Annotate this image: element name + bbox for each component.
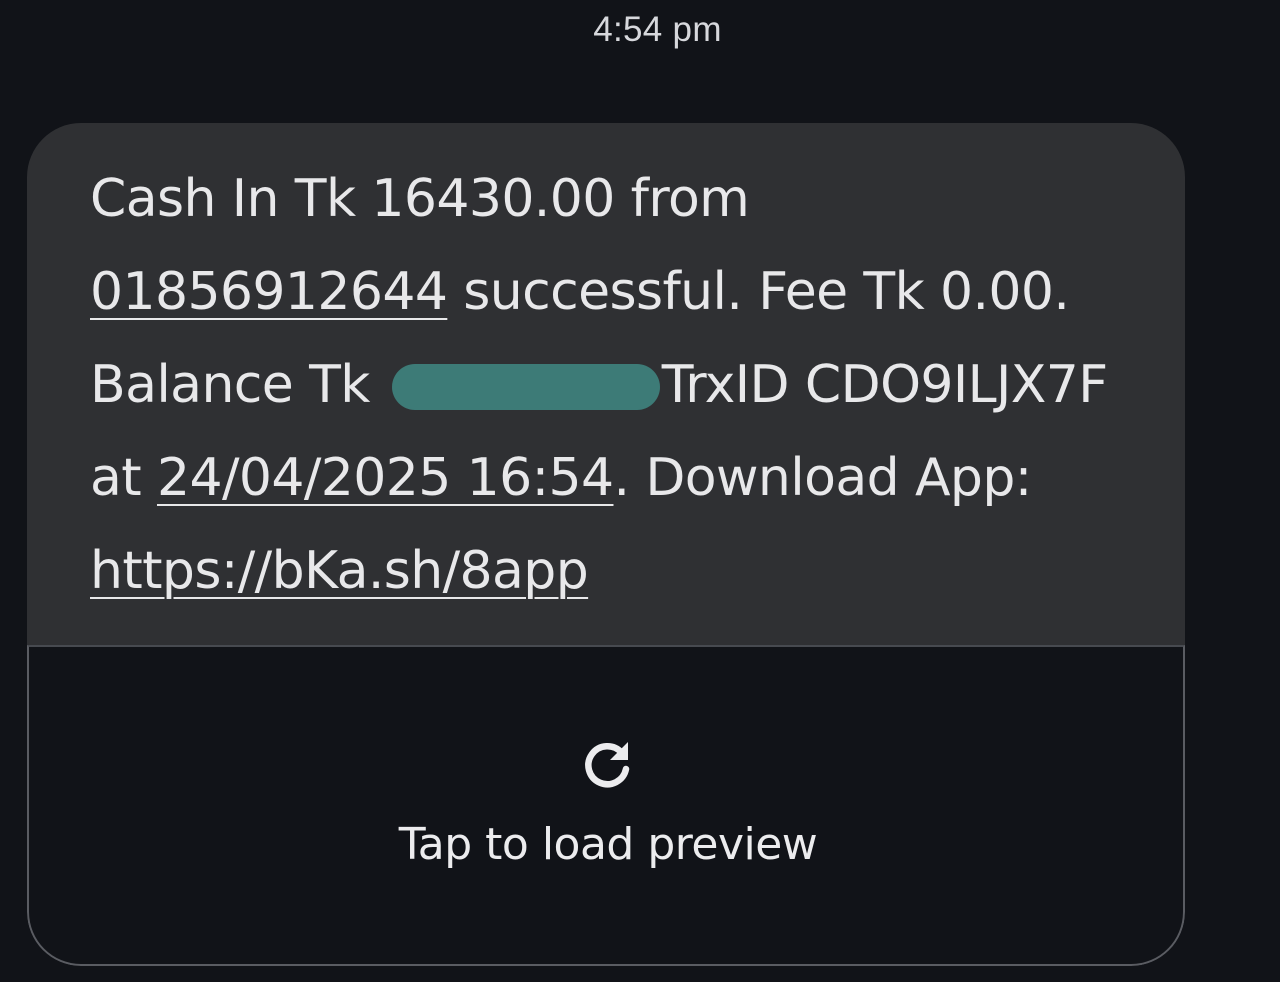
link-preview-card[interactable]: Tap to load preview [27,645,1185,966]
message-line-2: 01856912644 successful. Fee Tk 0.00. [90,246,1170,339]
message-line-4: at 24/04/2025 16:54. Download App: [90,432,1170,525]
message-line-1: Cash In Tk 16430.00 from [90,153,1170,246]
message-line-5: https://bKa.sh/8app [90,525,1170,618]
datetime-link[interactable]: 24/04/2025 16:54 [157,448,614,508]
timestamp: 4:54 pm [593,10,722,49]
message-body: Cash In Tk 16430.00 from 01856912644 suc… [27,123,1185,645]
message-text-segment: TrxID CDO9ILJX7F [661,355,1108,415]
message-text: Cash In Tk 16430.00 from 01856912644 suc… [90,153,1170,618]
message-text-segment: Balance Tk [90,355,386,415]
message-text-segment: . Download App: [613,448,1032,508]
message-line-3: Balance Tk TrxID CDO9ILJX7F [90,339,1170,432]
message-text-segment: Cash In Tk 16430.00 from [90,169,750,229]
phone-number-link[interactable]: 01856912644 [90,262,448,322]
redaction-mark [391,364,660,410]
message-text-segment: at [90,448,157,508]
tap-to-load-preview-label: Tap to load preview [398,819,818,870]
message-bubble[interactable]: Cash In Tk 16430.00 from 01856912644 suc… [27,123,1185,966]
message-text-segment: successful. Fee Tk 0.00. [447,262,1070,322]
reload-icon [585,742,630,788]
url-link[interactable]: https://bKa.sh/8app [90,541,589,601]
